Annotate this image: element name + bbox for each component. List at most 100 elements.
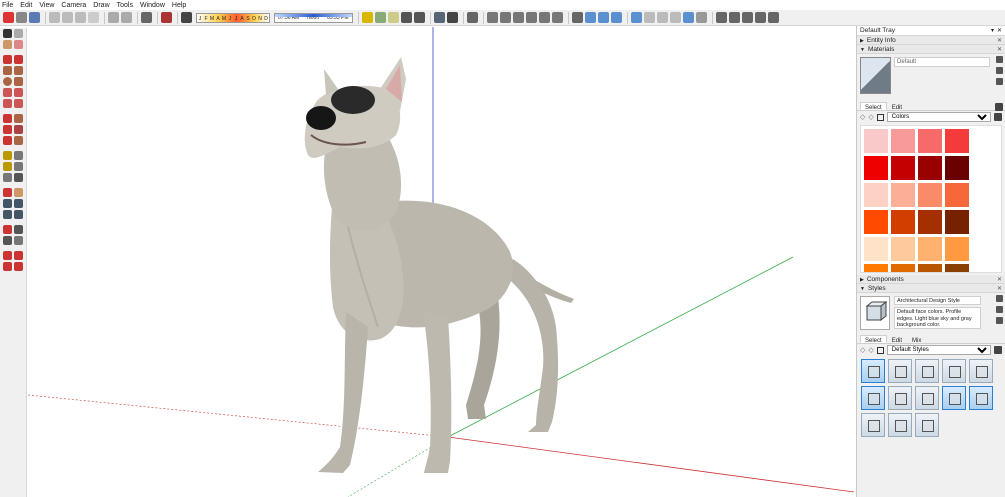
color-swatch[interactable] bbox=[918, 156, 942, 180]
zoom-extents-tool-icon[interactable] bbox=[3, 210, 12, 219]
section-plane-icon[interactable] bbox=[361, 12, 373, 23]
shadow-toggle-icon[interactable] bbox=[181, 12, 192, 23]
zoom-icon[interactable] bbox=[597, 12, 609, 23]
freehand-icon[interactable] bbox=[14, 55, 23, 64]
document-icon[interactable] bbox=[767, 12, 779, 23]
look-around-icon[interactable] bbox=[14, 225, 23, 234]
menu-window[interactable]: Window bbox=[140, 2, 165, 9]
view-top-icon[interactable] bbox=[499, 12, 511, 23]
style-details-icon[interactable] bbox=[996, 317, 1003, 324]
tab-edit[interactable]: Edit bbox=[887, 102, 907, 111]
menu-draw[interactable]: Draw bbox=[93, 2, 109, 9]
style-thumbnail-item[interactable] bbox=[915, 413, 939, 437]
forward-arrow-icon[interactable]: ◇ bbox=[868, 346, 873, 354]
styles-library-select[interactable]: Default Styles bbox=[886, 345, 991, 355]
color-swatch[interactable] bbox=[891, 156, 915, 180]
orbit-icon[interactable] bbox=[571, 12, 583, 23]
materials-library-select[interactable]: Colors bbox=[886, 112, 991, 122]
paste-icon[interactable] bbox=[75, 12, 86, 23]
material-swatch[interactable] bbox=[860, 57, 891, 94]
pan-icon[interactable] bbox=[584, 12, 596, 23]
month-slider[interactable]: J F M A M J J A S O N D bbox=[196, 12, 270, 23]
orbit-tool-icon[interactable] bbox=[3, 188, 12, 197]
tab-mix[interactable]: Mix bbox=[907, 335, 926, 344]
zoom-extents-icon[interactable] bbox=[610, 12, 622, 23]
close-icon[interactable]: ✕ bbox=[997, 27, 1002, 34]
components-header[interactable]: ▶ Components ✕ bbox=[857, 275, 1005, 284]
view-left-icon[interactable] bbox=[551, 12, 563, 23]
zoom-tool-icon[interactable] bbox=[3, 199, 12, 208]
rotate-icon[interactable] bbox=[3, 125, 12, 134]
hidden-line-icon[interactable] bbox=[656, 12, 668, 23]
tab-select[interactable]: Select bbox=[860, 335, 887, 344]
open-icon[interactable] bbox=[16, 12, 27, 23]
scenes-icon[interactable] bbox=[715, 12, 727, 23]
view-back-icon[interactable] bbox=[538, 12, 550, 23]
entity-info-header[interactable]: ▶ Entity Info ✕ bbox=[857, 36, 1005, 45]
style-thumbnail-item[interactable] bbox=[969, 386, 993, 410]
create-material-icon[interactable] bbox=[996, 67, 1003, 74]
menu-edit[interactable]: Edit bbox=[20, 2, 32, 9]
dimension-icon[interactable] bbox=[400, 12, 412, 23]
save-icon[interactable] bbox=[29, 12, 40, 23]
paint-bucket-icon[interactable] bbox=[3, 40, 12, 49]
style-thumbnail-item[interactable] bbox=[888, 359, 912, 383]
shadow-settings[interactable]: J F M A M J J A S O N D 07:36 AM Noon 05… bbox=[196, 12, 353, 23]
shaded-icon[interactable] bbox=[669, 12, 681, 23]
menu-camera[interactable]: Camera bbox=[61, 2, 86, 9]
close-icon[interactable]: ✕ bbox=[997, 46, 1002, 53]
style-thumbnail-item[interactable] bbox=[861, 359, 885, 383]
forward-arrow-icon[interactable]: ◇ bbox=[868, 113, 873, 121]
update-style-icon[interactable] bbox=[996, 295, 1003, 302]
axes-icon[interactable] bbox=[374, 12, 386, 23]
color-swatch[interactable] bbox=[945, 210, 969, 234]
details-icon[interactable] bbox=[994, 346, 1002, 354]
pan-tool-icon[interactable] bbox=[14, 188, 23, 197]
circle-icon[interactable] bbox=[3, 77, 12, 86]
3d-text-icon[interactable] bbox=[14, 173, 23, 182]
zoom-window-icon[interactable] bbox=[14, 199, 23, 208]
previous-view-icon[interactable] bbox=[14, 210, 23, 219]
copy-icon[interactable] bbox=[62, 12, 73, 23]
style-thumbnail-item[interactable] bbox=[888, 386, 912, 410]
dimensions-icon[interactable] bbox=[14, 151, 23, 160]
shaded-textures-icon[interactable] bbox=[682, 12, 694, 23]
color-swatch[interactable] bbox=[945, 264, 969, 272]
menu-file[interactable]: File bbox=[2, 2, 13, 9]
material-color-list[interactable] bbox=[860, 125, 1002, 273]
create-style-icon[interactable] bbox=[996, 306, 1003, 313]
model-info-icon[interactable] bbox=[161, 12, 172, 23]
color-swatch[interactable] bbox=[945, 183, 969, 207]
tape-measure-icon[interactable] bbox=[3, 151, 12, 160]
time-slider[interactable]: 07:36 AM Noon 05:33 PM bbox=[274, 12, 353, 23]
monochrome-icon[interactable] bbox=[695, 12, 707, 23]
text-icon[interactable] bbox=[413, 12, 425, 23]
style-thumbnail-item[interactable] bbox=[915, 359, 939, 383]
default-material-icon[interactable] bbox=[996, 78, 1003, 85]
layer-icon[interactable] bbox=[466, 12, 478, 23]
smoove-icon[interactable] bbox=[3, 262, 12, 271]
style-thumbnail-item[interactable] bbox=[888, 413, 912, 437]
eyedropper-icon[interactable] bbox=[995, 102, 1003, 111]
color-swatch[interactable] bbox=[891, 264, 915, 272]
modeling-viewport[interactable] bbox=[28, 27, 854, 497]
style-thumbnail-item[interactable] bbox=[969, 359, 993, 383]
color-swatch[interactable] bbox=[945, 237, 969, 261]
styles-header[interactable]: ▼ Styles ✕ bbox=[857, 284, 1005, 293]
color-swatch[interactable] bbox=[891, 183, 915, 207]
walk-icon[interactable] bbox=[3, 236, 12, 245]
materials-header[interactable]: ▼ Materials ✕ bbox=[857, 45, 1005, 54]
erase-icon[interactable] bbox=[88, 12, 99, 23]
color-swatch[interactable] bbox=[918, 237, 942, 261]
rectangle-icon[interactable] bbox=[3, 66, 12, 75]
polygon-icon[interactable] bbox=[14, 77, 23, 86]
display-secondary-icon[interactable] bbox=[996, 56, 1003, 63]
color-swatch[interactable] bbox=[891, 129, 915, 153]
xray-icon[interactable] bbox=[630, 12, 642, 23]
layout-icon[interactable] bbox=[728, 12, 740, 23]
offset-icon[interactable] bbox=[14, 136, 23, 145]
style-thumbnail-item[interactable] bbox=[915, 386, 939, 410]
close-icon[interactable]: ✕ bbox=[997, 276, 1002, 283]
sandbox-contours-icon[interactable] bbox=[3, 251, 12, 260]
color-swatch[interactable] bbox=[918, 210, 942, 234]
